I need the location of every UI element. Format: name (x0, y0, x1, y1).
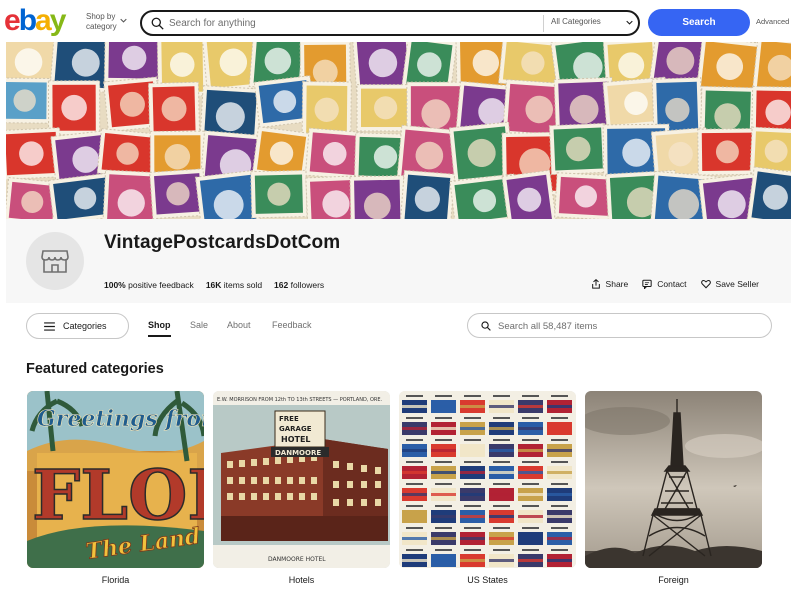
storefront-icon (41, 250, 69, 273)
tab-about[interactable]: About (227, 320, 251, 330)
category-label: Foreign (658, 575, 689, 585)
store-nav: Categories Shop Sale About Feedback (0, 312, 800, 340)
items-sold-label: items sold (223, 280, 263, 290)
feedback-label: positive feedback (128, 280, 194, 290)
items-sold-stat: 16K items sold (206, 280, 262, 290)
contact-button[interactable]: Contact (642, 279, 687, 289)
eiffel-tower-postcard-image (585, 391, 762, 568)
category-card-foreign[interactable]: Foreign (585, 391, 762, 585)
category-card-hotels[interactable]: E.W. MORRISON FROM 12th TO 13th STREETS … (213, 391, 390, 585)
feedback-value: 100% (104, 280, 126, 290)
search-input[interactable] (169, 15, 529, 32)
search-icon (481, 321, 491, 331)
hotel-postcard-image: E.W. MORRISON FROM 12th TO 13th STREETS … (213, 391, 390, 568)
heart-icon (700, 280, 711, 289)
tab-feedback[interactable]: Feedback (272, 320, 312, 330)
share-button[interactable]: Share (591, 279, 629, 289)
logo-letter-y: y (49, 4, 67, 37)
logo-letter-e: e (4, 4, 21, 37)
ebay-logo[interactable]: e b a y (4, 3, 67, 39)
message-icon (642, 279, 652, 289)
florida-postcard-image: Greetings from FLORI The Land of S (27, 391, 204, 568)
svg-text:Greetings from: Greetings from (37, 406, 204, 432)
svg-text:E.W. MORRISON FROM 12th TO 13t: E.W. MORRISON FROM 12th TO 13th STREETS … (217, 397, 383, 403)
contact-label: Contact (657, 279, 687, 289)
followers-stat: 162 followers (274, 280, 324, 290)
save-seller-label: Save Seller (715, 279, 759, 289)
feedback-stat[interactable]: 100% positive feedback (104, 280, 194, 290)
followers-label: followers (290, 280, 325, 290)
category-card-us-states[interactable]: US States (399, 391, 576, 585)
store-search-input[interactable] (498, 318, 758, 334)
svg-text:DANMOORE: DANMOORE (275, 449, 321, 457)
hamburger-menu-icon (44, 321, 55, 331)
svg-text:FLORI: FLORI (32, 456, 204, 536)
category-label: Hotels (288, 575, 315, 585)
category-select[interactable]: All Categories (551, 17, 601, 26)
search-button[interactable]: Search (648, 9, 750, 36)
stamps-collage-illustration (6, 42, 791, 219)
logo-letter-b: b (18, 4, 37, 37)
chevron-down-icon (626, 20, 633, 25)
store-stats: 100% positive feedback 16K items sold 16… (104, 280, 324, 290)
featured-categories-heading: Featured categories (26, 361, 164, 377)
global-search-bar: All Categories (140, 10, 640, 36)
featured-categories-grid: Greetings from FLORI The Land of S Flori… (27, 391, 767, 591)
state-flags-postcard-image (399, 391, 576, 568)
followers-value: 162 (274, 280, 289, 290)
svg-text:FREE: FREE (279, 415, 299, 423)
items-sold-value: 16K (205, 280, 222, 290)
logo-letter-a: a (35, 4, 52, 37)
categories-label: Categories (63, 321, 107, 331)
search-icon (151, 17, 164, 30)
tab-sale[interactable]: Sale (190, 320, 208, 330)
search-divider (543, 15, 544, 32)
svg-text:HOTEL: HOTEL (281, 435, 311, 444)
share-label: Share (605, 279, 629, 289)
advanced-search-link[interactable]: Advanced (756, 17, 789, 26)
store-actions: Share Contact Save Seller (591, 279, 759, 289)
category-card-florida[interactable]: Greetings from FLORI The Land of S Flori… (27, 391, 204, 585)
category-label: Florida (101, 575, 130, 585)
category-label: US States (467, 575, 508, 585)
svg-text:GARAGE: GARAGE (279, 425, 312, 433)
store-search-bar (467, 313, 772, 338)
store-header: VintagePostcardsDotCom 100% positive fee… (6, 219, 791, 303)
store-banner-image (6, 42, 791, 219)
store-name[interactable]: VintagePostcardsDotCom (104, 232, 340, 254)
global-header: e b a y Shop by category All Categories … (0, 0, 800, 44)
save-seller-button[interactable]: Save Seller (700, 279, 759, 289)
share-icon (591, 279, 600, 289)
chevron-down-icon (120, 18, 127, 23)
svg-text:DANMOORE HOTEL: DANMOORE HOTEL (268, 556, 326, 563)
categories-button[interactable]: Categories (26, 313, 129, 339)
store-avatar (26, 232, 84, 290)
tab-shop[interactable]: Shop (148, 320, 171, 337)
